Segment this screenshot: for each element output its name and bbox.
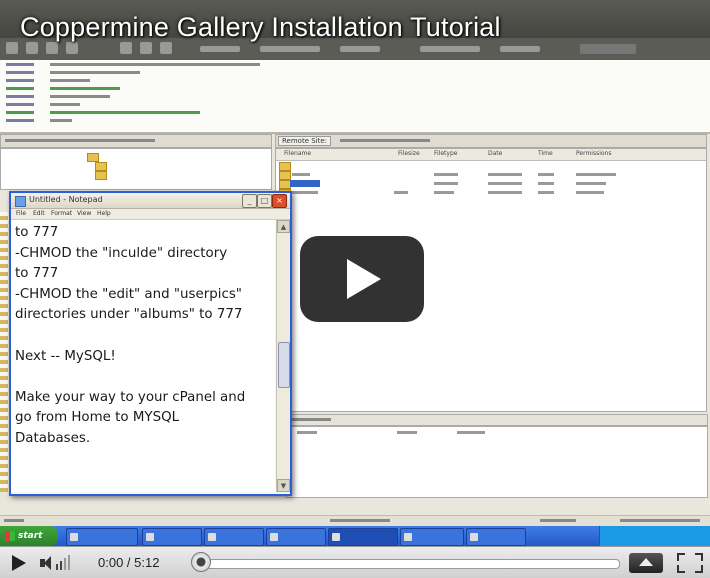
table-row[interactable] <box>276 170 706 180</box>
video-title: Coppermine Gallery Installation Tutorial <box>20 12 501 42</box>
system-tray <box>599 526 710 546</box>
volume-icon[interactable] <box>40 553 86 573</box>
transfer-queue[interactable] <box>286 426 708 498</box>
time-separator: / <box>123 555 135 570</box>
big-play-icon[interactable] <box>300 236 424 322</box>
col-date[interactable]: Date <box>488 150 502 157</box>
local-site-tree[interactable] <box>0 148 272 190</box>
taskbar-item[interactable] <box>400 528 464 546</box>
start-button[interactable]: start <box>0 526 58 546</box>
remote-site-bar[interactable]: Remote Site: <box>275 134 707 148</box>
quick-launch[interactable] <box>66 528 138 546</box>
taskbar-item[interactable] <box>142 528 202 546</box>
menu-view[interactable]: View <box>77 210 91 217</box>
menu-file[interactable]: File <box>16 210 26 217</box>
minimize-button[interactable]: _ <box>242 194 257 208</box>
close-button[interactable]: × <box>272 194 287 208</box>
table-row[interactable] <box>276 161 706 171</box>
fullscreen-icon[interactable] <box>677 553 703 573</box>
menu-edit[interactable]: Edit <box>33 210 45 217</box>
notepad-text: to 777 -CHMOD the "inculde" directory to… <box>15 225 246 446</box>
progress-bar[interactable] <box>196 559 620 569</box>
taskbar-item[interactable] <box>204 528 264 546</box>
video-frame[interactable]: Coppermine Gallery Installation Tutorial… <box>0 0 710 546</box>
local-tree-gutter <box>0 212 8 492</box>
video-player[interactable]: Coppermine Gallery Installation Tutorial… <box>0 0 710 578</box>
notepad-text-area[interactable]: to 777 -CHMOD the "inculde" directory to… <box>11 220 275 492</box>
windows-taskbar: start <box>0 526 710 546</box>
duration: 5:12 <box>134 555 160 570</box>
queue-tabs[interactable] <box>286 414 708 426</box>
taskbar-item[interactable] <box>466 528 526 546</box>
notepad-menubar: File Edit Format View Help <box>11 209 290 220</box>
local-site-bar[interactable] <box>0 134 272 148</box>
notepad-scrollbar[interactable]: ▲ ▼ <box>276 220 290 492</box>
col-time[interactable]: Time <box>538 150 553 157</box>
player-controls: 0:00 / 5:12 <box>0 546 710 578</box>
menu-help[interactable]: Help <box>97 210 111 217</box>
scroll-down-icon[interactable]: ▼ <box>277 479 290 492</box>
notepad-titlebar[interactable]: Untitled - Notepad _ □ × <box>11 193 290 209</box>
notepad-title: Untitled - Notepad <box>29 195 103 204</box>
table-row[interactable] <box>276 188 706 198</box>
taskbar-item[interactable] <box>266 528 326 546</box>
remote-list-header: Filename Filesize Filetype Date Time Per… <box>276 149 706 161</box>
col-filename[interactable]: Filename <box>284 150 311 157</box>
menu-format[interactable]: Format <box>51 210 72 217</box>
col-permissions[interactable]: Permissions <box>576 150 612 157</box>
scrubber-handle[interactable] <box>191 552 211 572</box>
ftp-status-bar <box>0 515 710 526</box>
remote-site-tab[interactable]: Remote Site: <box>278 136 332 146</box>
scroll-thumb[interactable] <box>278 342 290 388</box>
col-filetype[interactable]: Filetype <box>434 150 457 157</box>
notepad-icon <box>15 196 26 207</box>
notepad-window[interactable]: Untitled - Notepad _ □ × File Edit Forma… <box>9 191 292 496</box>
taskbar-item-active[interactable] <box>328 528 398 546</box>
ftp-log-pane <box>0 60 710 134</box>
scroll-up-icon[interactable]: ▲ <box>277 220 290 233</box>
time-display: 0:00 / 5:12 <box>98 555 159 571</box>
current-time: 0:00 <box>98 555 124 570</box>
menu-icon[interactable] <box>629 553 663 573</box>
maximize-button[interactable]: □ <box>257 194 272 208</box>
play-icon[interactable] <box>8 552 30 574</box>
col-filesize[interactable]: Filesize <box>398 150 420 157</box>
table-row[interactable] <box>276 179 706 189</box>
